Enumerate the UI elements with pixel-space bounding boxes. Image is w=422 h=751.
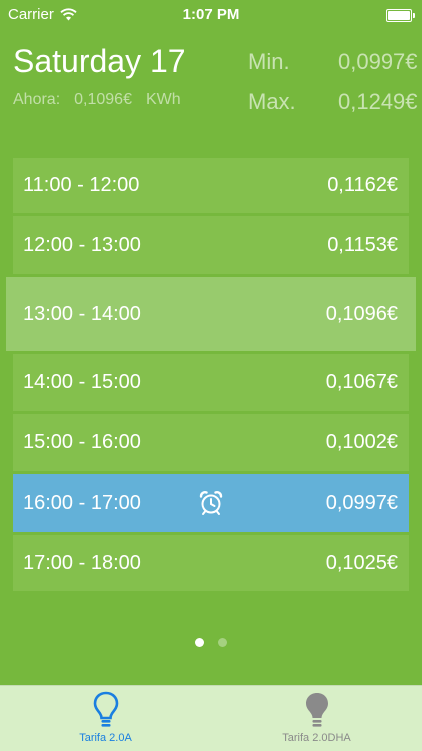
tab-label: Tarifa 2.0DHA xyxy=(282,732,351,744)
min-value: 0,0997€ xyxy=(338,49,418,74)
hour-price: 0,0997€ xyxy=(325,491,398,514)
hour-price: 0,1162€ xyxy=(327,174,398,196)
tab-tarifa-20a[interactable]: Tarifa 2.0A xyxy=(0,686,211,751)
hour-range: 13:00 - 14:00 xyxy=(23,302,141,325)
price-summary-header: Saturday 17 Ahora: 0,1096€ KWh Min. 0,09… xyxy=(0,40,422,120)
date-title: Saturday 17 xyxy=(13,43,186,79)
clock-label: 1:07 PM xyxy=(182,6,240,23)
tab-bar: Tarifa 2.0A Tarifa 2.0DHA xyxy=(0,685,422,751)
min-label: Min. xyxy=(248,49,290,74)
hour-range: 16:00 - 17:00 xyxy=(23,491,141,514)
now-price: 0,1096€ xyxy=(74,91,132,108)
now-label: Ahora: xyxy=(13,91,61,108)
hour-row[interactable]: 14:00 - 15:00 0,1067€ xyxy=(13,354,409,411)
battery-icon xyxy=(386,9,415,22)
hour-price: 0,1153€ xyxy=(327,233,398,256)
current-price: Ahora: 0,1096€ KWh xyxy=(13,91,181,109)
hour-row[interactable]: 15:00 - 16:00 0,1002€ xyxy=(13,414,409,471)
hour-range: 15:00 - 16:00 xyxy=(23,431,141,453)
hour-price: 0,1067€ xyxy=(325,371,398,393)
hour-row-current[interactable]: 13:00 - 14:00 0,1096€ xyxy=(6,277,416,351)
tab-tarifa-20dha[interactable]: Tarifa 2.0DHA xyxy=(211,686,422,751)
status-bar: Carrier 1:07 PM xyxy=(0,0,422,30)
alarm-clock-icon[interactable] xyxy=(198,490,224,516)
now-unit: KWh xyxy=(145,91,181,108)
hour-price: 0,1025€ xyxy=(325,551,398,574)
max-price: Max. 0,1249€ xyxy=(248,89,418,115)
hour-row-cheapest[interactable]: 16:00 - 17:00 0,0997€ xyxy=(13,474,409,532)
hour-range: 14:00 - 15:00 xyxy=(23,371,141,393)
lightbulb-icon xyxy=(93,691,118,727)
hour-range: 11:00 - 12:00 xyxy=(23,174,140,196)
hour-row[interactable]: 12:00 - 13:00 0,1153€ xyxy=(13,216,409,274)
page-indicator[interactable] xyxy=(0,638,422,647)
hour-price: 0,1002€ xyxy=(325,431,398,453)
page-dot[interactable] xyxy=(218,638,227,647)
hour-price: 0,1096€ xyxy=(325,302,398,325)
max-value: 0,1249€ xyxy=(338,89,418,114)
max-label: Max. xyxy=(248,89,296,114)
tab-label: Tarifa 2.0A xyxy=(79,732,132,744)
hour-row[interactable]: 17:00 - 18:00 0,1025€ xyxy=(13,535,409,591)
lightbulb-icon xyxy=(305,693,328,727)
hour-row[interactable]: 11:00 - 12:00 0,1162€ xyxy=(13,158,409,213)
page-dot-active[interactable] xyxy=(195,638,204,647)
hour-range: 17:00 - 18:00 xyxy=(23,551,141,574)
min-price: Min. 0,0997€ xyxy=(248,49,418,75)
hour-range: 12:00 - 13:00 xyxy=(23,233,141,256)
